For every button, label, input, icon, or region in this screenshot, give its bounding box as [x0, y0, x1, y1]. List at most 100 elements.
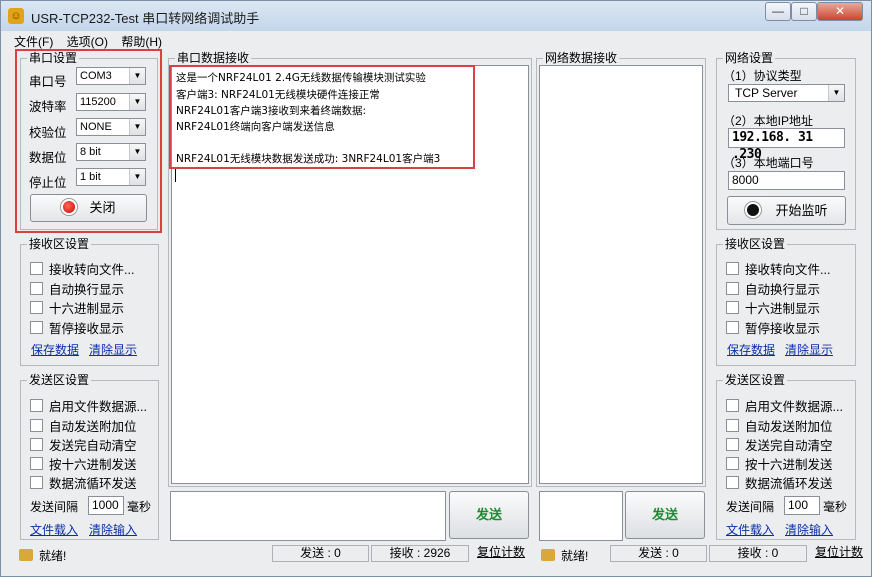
auto-wrap-checkbox-right[interactable]: 自动换行显示 [726, 279, 820, 298]
interval-unit-right: 毫秒 [823, 500, 848, 514]
hex-send-label: 按十六进制发送 [745, 458, 833, 472]
start-listen-button[interactable]: 开始监听 [727, 196, 846, 225]
loop-send-checkbox-right[interactable]: 数据流循环发送 [726, 473, 833, 492]
rx-line: 这是一个NRF24L01 2.4G无线数据传输模块测试实验 [176, 72, 426, 84]
chevron-down-icon: ▼ [129, 119, 145, 135]
auto-wrap-checkbox[interactable]: 自动换行显示 [30, 279, 124, 298]
serial-rx-textarea[interactable]: 这是一个NRF24L01 2.4G无线数据传输模块测试实验 客户端3: NRF2… [171, 65, 529, 484]
serial-tx-input[interactable] [170, 491, 446, 541]
clear-display-link[interactable]: 清除显示 [89, 341, 137, 358]
port-select[interactable]: COM3 ▼ [76, 67, 146, 85]
append-bit-label: 自动发送附加位 [49, 420, 137, 434]
protocol-select[interactable]: TCP Server ▼ [728, 84, 845, 102]
databits-value: 8 bit [80, 146, 101, 158]
chevron-down-icon: ▼ [129, 94, 145, 110]
file-source-checkbox-right[interactable]: 启用文件数据源... [726, 396, 843, 415]
auto-clear-checkbox[interactable]: 发送完自动清空 [30, 435, 137, 454]
status-send-count-right: 发送 : 0 [610, 545, 707, 562]
loop-send-label: 数据流循环发送 [745, 477, 833, 491]
status-ready-icon [541, 549, 555, 561]
rx-line: 客户端3: NRF24L01无线模块硬件连接正常 [176, 89, 380, 101]
rx-to-file-label: 接收转向文件... [745, 263, 831, 277]
file-load-link[interactable]: 文件载入 [30, 521, 78, 538]
clear-input-link[interactable]: 清除输入 [89, 521, 137, 538]
protocol-label: （1）协议类型 [723, 69, 802, 83]
hex-display-checkbox-right[interactable]: 十六进制显示 [726, 298, 820, 317]
baud-label: 波特率 [29, 100, 67, 114]
reset-count-button-right[interactable]: 复位计数 [809, 545, 869, 562]
append-bit-checkbox-right[interactable]: 自动发送附加位 [726, 416, 833, 435]
protocol-value: TCP Server [735, 86, 798, 100]
pause-rx-label: 暂停接收显示 [745, 322, 821, 336]
parity-select[interactable]: NONE ▼ [76, 118, 146, 136]
chevron-down-icon: ▼ [129, 68, 145, 84]
hex-display-label: 十六进制显示 [49, 302, 125, 316]
baud-value: 115200 [80, 96, 116, 108]
rx-to-file-label: 接收转向文件... [49, 263, 135, 277]
serial-send-button[interactable]: 发送 [449, 491, 529, 539]
clear-display-link-right[interactable]: 清除显示 [785, 341, 833, 358]
ip-input[interactable]: 192.168. 31 .230 [728, 128, 845, 162]
auto-clear-label: 发送完自动清空 [49, 439, 137, 453]
close-port-label: 关闭 [89, 200, 116, 215]
pause-rx-label: 暂停接收显示 [49, 322, 125, 336]
append-bit-checkbox[interactable]: 自动发送附加位 [30, 416, 137, 435]
loop-send-label: 数据流循环发送 [49, 477, 137, 491]
text-cursor [175, 169, 176, 182]
file-source-checkbox[interactable]: 启用文件数据源... [30, 396, 147, 415]
close-window-button[interactable]: ✕ [817, 2, 863, 21]
menu-file[interactable]: 文件(F) [9, 31, 58, 52]
hex-display-checkbox[interactable]: 十六进制显示 [30, 298, 124, 317]
net-rx-textarea[interactable] [539, 65, 703, 484]
loop-send-checkbox[interactable]: 数据流循环发送 [30, 473, 137, 492]
status-send-count-left: 发送 : 0 [272, 545, 369, 562]
close-port-button[interactable]: 关闭 [30, 194, 147, 222]
auto-wrap-label: 自动换行显示 [49, 283, 125, 297]
net-send-button[interactable]: 发送 [625, 491, 705, 539]
status-ready-right: 就绪! [541, 547, 588, 564]
rx-line: NRF24L01客户端3接收到来着终端数据: [176, 105, 366, 117]
hex-send-checkbox[interactable]: 按十六进制发送 [30, 454, 137, 473]
status-ready-left: 就绪! [19, 547, 66, 564]
databits-select[interactable]: 8 bit ▼ [76, 143, 146, 161]
stopbits-value: 1 bit [80, 171, 101, 183]
interval-input-right[interactable]: 100 [784, 496, 820, 515]
minimize-button[interactable]: — [765, 2, 791, 21]
maximize-button[interactable]: □ [791, 2, 817, 21]
port-number-input[interactable]: 8000 [728, 171, 845, 190]
status-ready-left-text: 就绪! [39, 549, 67, 563]
status-ready-icon [19, 549, 33, 561]
title-bar[interactable]: ☺ USR-TCP232-Test 串口转网络调试助手 — □ ✕ [1, 1, 871, 31]
clear-input-link-right[interactable]: 清除输入 [785, 521, 833, 538]
net-tx-input[interactable] [539, 491, 623, 541]
app-window: ☺ USR-TCP232-Test 串口转网络调试助手 — □ ✕ 文件(F) … [0, 0, 872, 577]
file-load-link-right[interactable]: 文件载入 [726, 521, 774, 538]
auto-wrap-label: 自动换行显示 [745, 283, 821, 297]
baud-select[interactable]: 115200 ▼ [76, 93, 146, 111]
rx-line: NRF24L01无线模块数据发送成功: 3NRF24L01客户端3 [176, 153, 441, 165]
save-data-link-right[interactable]: 保存数据 [727, 341, 775, 358]
auto-clear-checkbox-right[interactable]: 发送完自动清空 [726, 435, 833, 454]
rx-settings-left-legend: 接收区设置 [27, 237, 92, 251]
menu-options[interactable]: 选项(O) [62, 31, 113, 52]
rx-settings-right-legend: 接收区设置 [723, 237, 788, 251]
chevron-down-icon: ▼ [828, 85, 844, 101]
hex-send-checkbox-right[interactable]: 按十六进制发送 [726, 454, 833, 473]
parity-label: 校验位 [29, 126, 67, 140]
interval-label-right: 发送间隔 [726, 500, 775, 514]
pause-rx-checkbox[interactable]: 暂停接收显示 [30, 318, 124, 337]
reset-count-button-left[interactable]: 复位计数 [471, 545, 531, 562]
serial-settings-legend: 串口设置 [27, 51, 80, 65]
stopbits-select[interactable]: 1 bit ▼ [76, 168, 146, 186]
app-icon: ☺ [8, 8, 24, 24]
status-recv-count-right: 接收 : 0 [709, 545, 807, 562]
interval-input[interactable]: 1000 [88, 496, 124, 515]
rx-to-file-checkbox-right[interactable]: 接收转向文件... [726, 259, 830, 278]
save-data-link[interactable]: 保存数据 [31, 341, 79, 358]
pause-rx-checkbox-right[interactable]: 暂停接收显示 [726, 318, 820, 337]
hex-display-label: 十六进制显示 [745, 302, 821, 316]
rx-to-file-checkbox[interactable]: 接收转向文件... [30, 259, 134, 278]
menu-help[interactable]: 帮助(H) [116, 31, 167, 52]
serial-rx-legend: 串口数据接收 [175, 51, 252, 65]
port-label: 串口号 [29, 75, 67, 89]
